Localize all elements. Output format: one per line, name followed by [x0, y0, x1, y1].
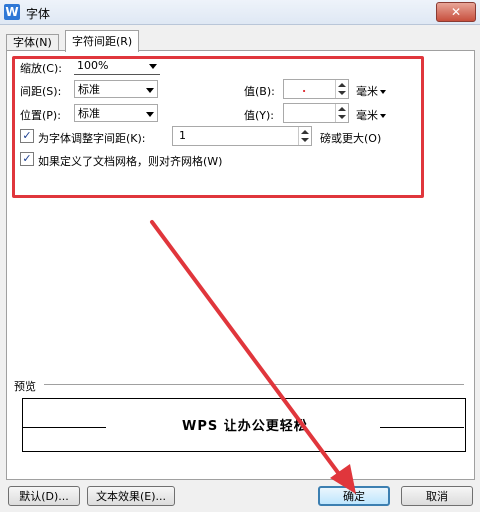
- spacing-unit: 毫米: [356, 85, 378, 98]
- spin-up-icon[interactable]: [301, 130, 309, 134]
- spin-down-icon[interactable]: [338, 115, 346, 119]
- scale-value: 100%: [77, 59, 109, 72]
- tab-character-spacing[interactable]: 字符间距(R): [65, 30, 140, 52]
- preview-divider: [44, 384, 464, 385]
- spacing-label: 间距(S):: [20, 85, 62, 98]
- text-effect-button[interactable]: 文本效果(E)...: [87, 486, 175, 506]
- scale-select[interactable]: 100%: [74, 57, 160, 75]
- position-value-spinner[interactable]: [283, 103, 349, 123]
- spacing-value-label: 值(B):: [244, 85, 275, 98]
- position-label: 位置(P):: [20, 109, 61, 122]
- cancel-button[interactable]: 取消: [401, 486, 473, 506]
- spin-down-icon[interactable]: [338, 91, 346, 95]
- kerning-value: 1: [179, 129, 186, 142]
- spacing-value: 标准: [78, 83, 100, 96]
- position-value-label: 值(Y):: [244, 109, 275, 122]
- scale-underline: [74, 74, 160, 75]
- spinner-buttons[interactable]: [335, 80, 348, 98]
- tab-font[interactable]: 字体(N): [6, 34, 59, 51]
- kerning-checkbox[interactable]: ✓: [20, 129, 34, 143]
- title-bar: W 字体 ✕: [0, 0, 480, 25]
- spinner-buttons[interactable]: [298, 127, 311, 145]
- wps-writer-icon: W: [4, 4, 20, 20]
- position-unit: 毫米: [356, 109, 378, 122]
- kerning-label: 为字体调整字间距(K):: [38, 132, 146, 145]
- ok-button[interactable]: 确定: [318, 486, 390, 506]
- preview-baseline-right: [380, 427, 464, 428]
- spinner-buttons[interactable]: [335, 104, 348, 122]
- chevron-down-icon: [146, 88, 154, 93]
- chevron-down-icon: [380, 90, 386, 94]
- default-button[interactable]: 默认(D)...: [8, 486, 80, 506]
- spin-up-icon[interactable]: [338, 83, 346, 87]
- font-dialog: W 字体 ✕ 字体(N) 字符间距(R) 缩放(C): 100% 间距(S): …: [0, 0, 480, 512]
- spacing-unit-select[interactable]: 毫米: [356, 83, 386, 99]
- preview-label: 预览: [14, 380, 36, 393]
- preview-baseline-left: [22, 427, 106, 428]
- spacing-value-text: .: [302, 82, 307, 95]
- spacing-value-spinner[interactable]: .: [283, 79, 349, 99]
- close-button[interactable]: ✕: [436, 2, 476, 22]
- position-value: 标准: [78, 107, 100, 120]
- grid-label: 如果定义了文档网格，则对齐网格(W): [38, 155, 223, 168]
- chevron-down-icon: [149, 64, 157, 69]
- spin-down-icon[interactable]: [301, 138, 309, 142]
- spacing-select[interactable]: 标准: [74, 80, 158, 98]
- preview-sample-text: WPS 让办公更轻松: [182, 419, 308, 434]
- spin-up-icon[interactable]: [338, 107, 346, 111]
- position-select[interactable]: 标准: [74, 104, 158, 122]
- chevron-down-icon: [380, 114, 386, 118]
- kerning-spinner[interactable]: 1: [172, 126, 312, 146]
- window-title: 字体: [26, 7, 51, 21]
- grid-checkbox[interactable]: ✓: [20, 152, 34, 166]
- kerning-suffix: 磅或更大(O): [320, 132, 382, 145]
- scale-label: 缩放(C):: [20, 62, 62, 75]
- position-unit-select[interactable]: 毫米: [356, 107, 386, 123]
- chevron-down-icon: [146, 112, 154, 117]
